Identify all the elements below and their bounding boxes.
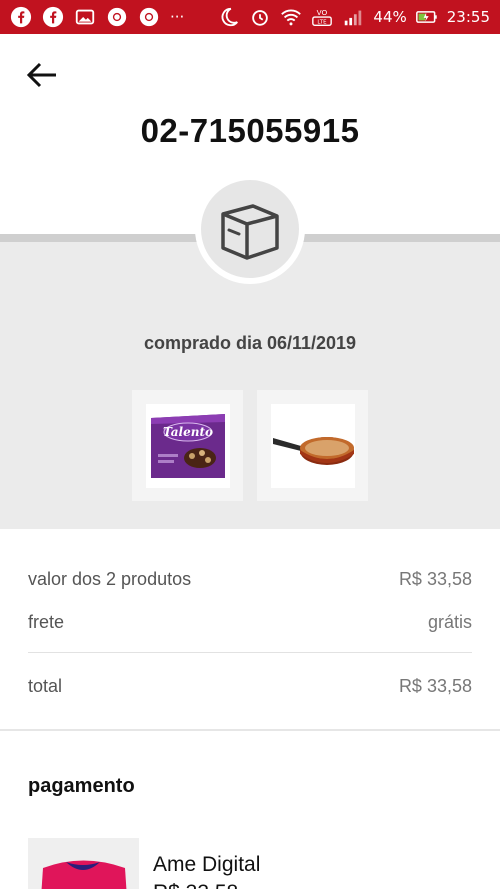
total-row: total R$ 33,58 (28, 676, 472, 697)
wifi-icon (280, 6, 302, 28)
more-notifications: ··· (170, 8, 185, 26)
battery-percent: 44% (373, 8, 407, 26)
shipping-label: frete (28, 612, 65, 632)
shipping-value: grátis (427, 612, 472, 632)
payment-method-logo (28, 838, 139, 889)
signal-icon (342, 6, 364, 28)
clock: 23:55 (446, 8, 490, 26)
ame-digital-logo-icon (41, 860, 127, 889)
svg-text:LTE: LTE (318, 19, 328, 25)
alarm-icon (249, 6, 271, 28)
svg-text:Talento: Talento (162, 425, 212, 439)
arrow-left-icon (26, 62, 56, 88)
summary-divider (28, 652, 472, 653)
battery-charging-icon (415, 6, 438, 28)
do-not-disturb-icon (218, 6, 240, 28)
chocolate-bar-icon: Talento (150, 413, 225, 478)
system-icons: VO LTE 44% 23:55 (218, 6, 490, 28)
products-value-amount: R$ 33,58 (398, 569, 472, 589)
payment-title: pagamento (28, 775, 135, 797)
purchase-date: comprado dia 06/11/2019 (143, 333, 357, 353)
product-thumbnail[interactable] (257, 390, 368, 501)
back-button[interactable] (22, 58, 62, 92)
status-bar: ··· VO LTE 44% 23:55 (0, 0, 500, 34)
package-icon (221, 204, 279, 260)
gallery-icon (74, 6, 96, 28)
products-value-label: valor dos 2 produtos (28, 569, 192, 589)
facebook-icon (42, 6, 64, 28)
order-number: 02-715055915 (140, 112, 360, 149)
chrome-icon (106, 6, 128, 28)
facebook-icon (10, 6, 32, 28)
status-badge (195, 174, 305, 284)
svg-text:VO: VO (317, 8, 328, 17)
shipping-row: frete grátis (28, 612, 472, 633)
section-divider (0, 729, 500, 731)
payment-method-amount: R$ 33,58 (153, 881, 238, 889)
payment-method-name: Ame Digital (153, 853, 261, 876)
product-thumbnail[interactable]: Talento (132, 390, 243, 501)
notification-icons: ··· (10, 6, 184, 28)
chrome-icon (138, 6, 160, 28)
frying-pan-icon (272, 436, 354, 465)
total-value: R$ 33,58 (398, 676, 472, 696)
products-value-row: valor dos 2 produtos R$ 33,58 (28, 569, 472, 590)
volte-icon: VO LTE (311, 6, 333, 28)
total-label: total (28, 676, 63, 696)
